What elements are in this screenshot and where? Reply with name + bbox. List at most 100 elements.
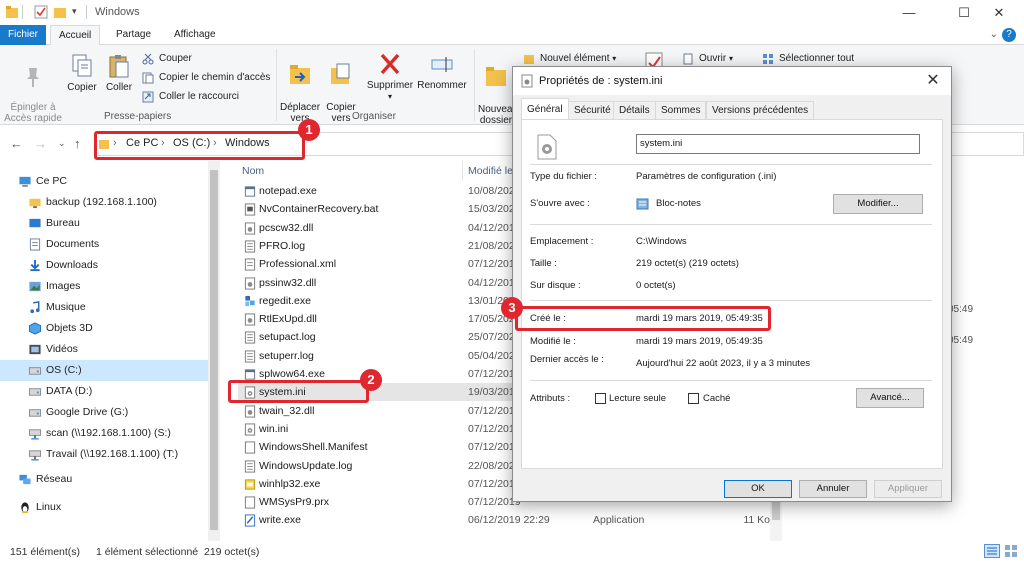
ribbon-expand-icon[interactable]: ⌄ [990,29,998,40]
file-row[interactable]: write.exe 06/12/2019 22:29 Application 11 K… [238,511,778,529]
minimize-button[interactable]: — [886,0,932,25]
details-view-icon[interactable] [984,544,1000,558]
nav-scrollbar-thumb[interactable] [210,170,218,530]
highlight-address [94,131,305,160]
back-button[interactable]: ← [10,136,23,151]
sidebar-item-label: Bureau [46,217,80,229]
sidebar-item-label: Downloads [46,259,98,271]
copy-path-button[interactable]: Copier le chemin d'accès [142,70,270,86]
annotation-badge-3: 3 [501,297,523,319]
sidebar-item[interactable]: Musique [0,297,208,318]
location-label: Emplacement : [530,236,594,247]
sidebar-item-label: Linux [36,501,62,513]
tab-securite[interactable]: Sécurité [568,101,617,119]
sidebar-item[interactable]: OS (C:) [0,360,208,381]
accessed-label: Dernier accès le : [530,354,604,365]
apply-button[interactable]: Appliquer [874,480,942,498]
tab-versions-precedentes[interactable]: Versions précédentes [706,101,815,119]
quick-access-dropdown-icon[interactable]: ▾ [72,6,77,20]
copy-path-icon [142,72,154,84]
clipboard-group-label: Presse-papiers [104,111,172,122]
modified-label: Modifié le : [530,336,576,347]
up-button[interactable]: ↑ [74,136,81,151]
log-icon [244,459,256,473]
sidebar-item[interactable]: Downloads [0,255,208,276]
modify-button[interactable]: Modifier... [833,194,923,214]
file-name: winhlp32.exe [259,477,321,490]
recent-locations-button[interactable]: ⌄ [58,138,66,149]
copy-icon [72,54,92,77]
sidebar-item[interactable]: Ce PC [0,171,208,192]
file-type: Application [593,514,645,527]
properties-icon[interactable] [34,5,48,19]
open-button[interactable]: Ouvrir ▾ [682,51,733,67]
manifest-icon [244,441,256,454]
sidebar-item[interactable]: Travail (\\192.168.1.100) (T:) [0,444,208,465]
tab-sommes[interactable]: Sommes [655,101,707,119]
paste-button[interactable]: Coller [102,53,136,93]
sidebar-item[interactable]: Vidéos [0,339,208,360]
sidebar-item[interactable]: scan (\\192.168.1.100) (S:) [0,423,208,444]
general-panel: system.ini Type du fichier : Paramètres … [521,119,943,469]
sidebar-item[interactable]: Documents [0,234,208,255]
annotation-badge-1: 1 [298,119,320,141]
highlight-system-ini [228,380,369,403]
tab-partage[interactable]: Partage [108,25,159,45]
log-icon [244,331,256,344]
file-type-label: Type du fichier : [530,171,598,182]
file-name: win.ini [259,422,289,435]
log-icon [244,350,256,363]
file-name: pcscw32.dll [259,221,314,234]
tab-details[interactable]: Détails [613,101,656,119]
rename-button[interactable]: Renommer [416,51,468,91]
delete-button[interactable]: Supprimer ▾ [364,51,416,102]
tab-fichier[interactable]: Fichier [0,25,46,45]
ok-button[interactable]: OK [724,480,792,498]
help-icon[interactable]: ? [1002,28,1016,42]
large-icons-view-icon[interactable] [1004,544,1018,558]
sidebar-item-label: Musique [46,301,86,313]
file-name: WindowsUpdate.log [259,459,353,472]
advanced-button[interactable]: Avancé... [856,388,924,408]
paste-icon [109,55,129,78]
sidebar-item[interactable]: Objets 3D [0,318,208,339]
hidden-checkbox[interactable] [688,393,699,404]
new-folder-icon[interactable] [54,5,66,19]
sidebar-item[interactable]: Linux [0,497,208,518]
sidebar-item[interactable]: Bureau [0,213,208,234]
sidebar-item[interactable]: DATA (D:) [0,381,208,402]
log-icon [244,240,256,253]
copy-to-button[interactable]: Copier vers ▾ [322,51,360,135]
paste-shortcut-button[interactable]: Coller le raccourci [142,89,239,105]
ini-file-large-icon [537,134,557,160]
dialog-close-button[interactable]: ✕ [921,70,945,92]
copy-to-icon [331,63,350,84]
tab-affichage[interactable]: Affichage [166,25,224,45]
column-header-modified[interactable]: Modifié le [468,165,513,177]
cut-button[interactable]: Couper [142,51,192,67]
sidebar-item[interactable]: Google Drive (G:) [0,402,208,423]
sidebar-item-label: Travail (\\192.168.1.100) (T:) [46,448,179,460]
filename-field[interactable]: system.ini [636,134,920,154]
sidebar-item[interactable]: Images [0,276,208,297]
network-folder-icon [29,198,41,209]
opens-with-label: S'ouvre avec : [530,198,590,209]
readonly-checkbox[interactable] [595,393,606,404]
select-all-button[interactable]: Sélectionner tout [762,51,854,67]
close-window-button[interactable]: ✕ [976,0,1022,25]
sidebar-item[interactable]: Réseau [0,469,208,490]
cancel-button[interactable]: Annuler [799,480,867,498]
tab-general[interactable]: Général [521,98,569,120]
sidebar-item[interactable]: backup (192.168.1.100) [0,192,208,213]
forward-button[interactable]: → [34,136,47,151]
pin-quick-access-button[interactable]: Épingler à Accès rapide [4,55,62,124]
new-item-button[interactable]: Nouvel élément ▾ [523,51,616,67]
column-header-name[interactable]: Nom [242,165,264,177]
images-icon [29,281,41,292]
copy-button[interactable]: Copier [64,53,100,93]
window-title: Windows [95,6,140,18]
new-folder-button[interactable]: Nouveau dossier [478,53,514,126]
file-name: setupact.log [259,331,316,344]
dll-icon [244,222,256,235]
tab-accueil[interactable]: Accueil [50,25,101,46]
